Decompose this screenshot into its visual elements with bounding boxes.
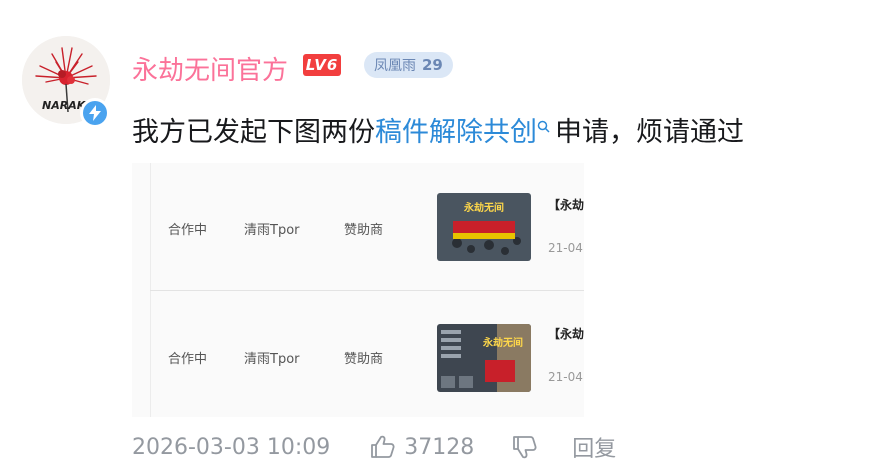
- svg-text:永劫无间: 永劫无间: [463, 201, 504, 214]
- video-thumbnail: 永劫无间: [437, 324, 531, 392]
- comment-time: 2026-03-03 10:09: [132, 434, 331, 460]
- fan-medal-badge[interactable]: 凤凰雨 29: [364, 52, 453, 78]
- video-date: 21-04: [548, 370, 583, 384]
- level-badge: LV6: [303, 54, 341, 76]
- thumbs-up-icon: [371, 435, 395, 458]
- verified-lightning-icon: [83, 101, 107, 125]
- thumbs-down-icon: [513, 436, 537, 459]
- username[interactable]: 永劫无间官方: [132, 50, 288, 87]
- video-title: 【永劫: [548, 198, 584, 212]
- creator-cell: 清雨Tpor: [244, 223, 300, 238]
- comment-text: 我方已发起下图两份稿件解除共创 申请，烦请通过: [132, 110, 744, 149]
- fan-medal-name: 凤凰雨: [374, 58, 416, 74]
- dislike-button[interactable]: [512, 435, 538, 459]
- creator-cell: 清雨Tpor: [244, 352, 300, 367]
- search-icon[interactable]: [537, 110, 551, 141]
- like-button[interactable]: 37128: [370, 435, 512, 460]
- comment-image[interactable]: 合作中 清雨Tpor 赞助商 永劫无间 【永劫 21-04 合作中 清雨Tpor…: [132, 163, 584, 417]
- table-row: 合作中 清雨Tpor 赞助商 永劫无间 【永劫 21-04: [132, 163, 584, 290]
- role-cell: 赞助商: [344, 223, 384, 238]
- role-cell: 赞助商: [344, 352, 384, 367]
- comment-footer: 2026-03-03 10:09 37128 回复: [132, 431, 616, 463]
- video-thumbnail: 永劫无间: [437, 193, 531, 261]
- video-date: 21-04: [548, 241, 583, 255]
- video-title: 【永劫: [548, 327, 584, 341]
- table-row: 合作中 清雨Tpor 赞助商 永劫无间 【永劫 21-04: [132, 290, 584, 417]
- comment-suffix: 申请，烦请通过: [555, 117, 744, 148]
- status-cell: 合作中: [168, 352, 208, 367]
- like-count: 37128: [404, 434, 475, 460]
- status-cell: 合作中: [168, 223, 208, 238]
- verified-badge: [80, 98, 110, 128]
- comment-prefix: 我方已发起下图两份: [132, 117, 375, 148]
- fan-medal-level: 29: [422, 56, 443, 74]
- svg-text:永劫无间: 永劫无间: [482, 336, 523, 349]
- reply-button[interactable]: 回复: [572, 431, 616, 463]
- search-link[interactable]: 稿件解除共创: [375, 117, 537, 148]
